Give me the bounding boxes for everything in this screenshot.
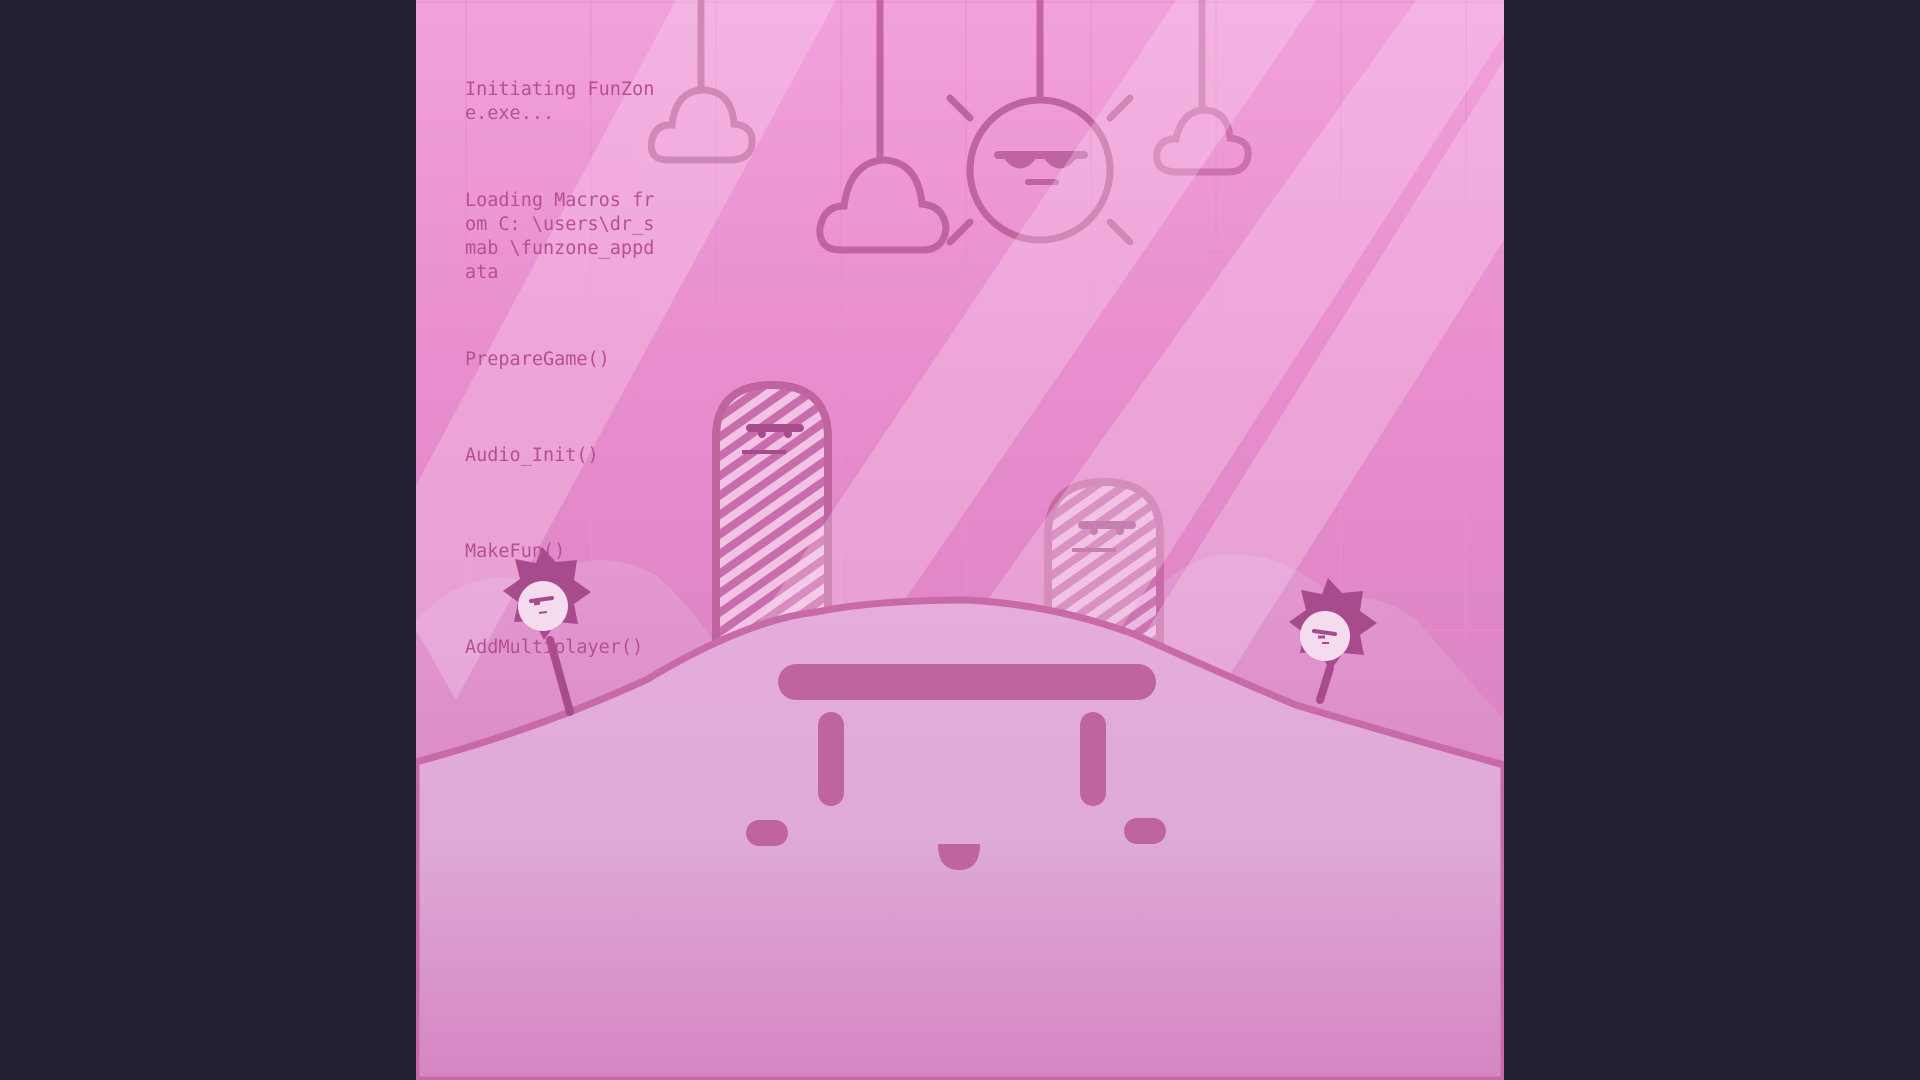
- log-line-audio-init: Audio_Init(): [465, 445, 599, 466]
- hanging-cloud-icon: [816, 0, 950, 254]
- game-viewport[interactable]: Initiating FunZone.exe... Loading Macros…: [416, 0, 1504, 1080]
- log-line-loading-macros: Loading Macros from C: \users\dr_smab \f…: [465, 190, 655, 283]
- log-line-prepare-game: PrepareGame(): [465, 349, 610, 370]
- boot-log: Initiating FunZone.exe... Loading Macros…: [465, 30, 655, 732]
- log-line-add-multiplayer: AddMultiplayer(): [465, 637, 644, 658]
- log-line-make-fun: MakeFun(): [465, 541, 566, 562]
- log-line-initiating: Initiating FunZone.exe...: [465, 79, 655, 124]
